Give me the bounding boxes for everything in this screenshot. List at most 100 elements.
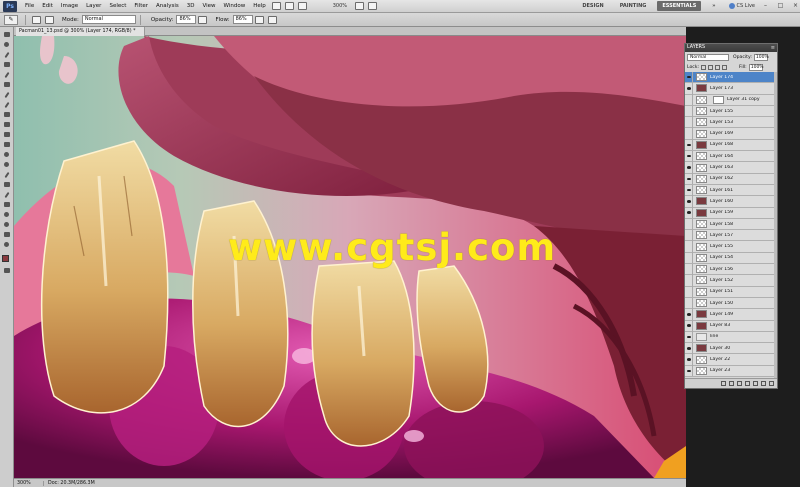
mini-bridge-icon[interactable] [284,2,294,10]
document-tab[interactable]: Pacman01_13.psd @ 300% (Layer 174, RGB/8… [16,27,145,36]
menu-filter[interactable]: Filter [130,0,152,13]
menu-select[interactable]: Select [105,0,130,13]
lock-all-icon[interactable] [722,64,728,70]
workspace-painting[interactable]: PAINTING [615,1,652,11]
visibility-eye-icon[interactable] [685,354,693,366]
visibility-eye-icon[interactable] [685,263,693,275]
visibility-eye-icon[interactable] [685,286,693,298]
layer-row[interactable]: Layer 158 [685,218,777,231]
layer-row[interactable]: Layer 169 [685,128,777,140]
shape-tool-icon[interactable] [2,200,12,209]
menu-help[interactable]: Help [249,0,270,13]
menu-layer[interactable]: Layer [82,0,105,13]
menu-view[interactable]: View [198,0,219,13]
pen-tool-icon[interactable] [2,170,12,179]
close-icon[interactable]: × [791,2,800,10]
layer-row[interactable]: Layer 22 [685,354,777,366]
layer-row[interactable]: Layer 83 [685,320,777,332]
type-tool-icon[interactable] [2,180,12,189]
adjustment-layer-icon[interactable] [745,381,750,386]
menu-edit[interactable]: Edit [38,0,57,13]
history-brush-tool-icon[interactable] [2,120,12,129]
visibility-eye-icon[interactable] [685,252,693,264]
quick-mask-icon[interactable] [2,266,12,275]
layer-row[interactable]: line [685,331,777,344]
quick-select-tool-icon[interactable] [2,60,12,69]
lasso-tool-icon[interactable] [2,50,12,59]
3d-rotate-tool-icon[interactable] [2,210,12,219]
visibility-eye-icon[interactable] [685,128,693,140]
flow-field[interactable]: 86% [232,15,253,24]
pressure-size-icon[interactable] [267,15,277,24]
visibility-eye-icon[interactable] [685,105,693,117]
layer-row[interactable]: Layer 164 [685,150,777,163]
layers-panel-header[interactable]: LAYERS ≡ [685,44,777,52]
brush-panel-toggle-icon[interactable] [45,15,54,24]
visibility-eye-icon[interactable] [685,365,693,377]
brush-size-icon[interactable] [32,15,41,24]
healing-brush-tool-icon[interactable] [2,90,12,99]
menu-analysis[interactable]: Analysis [152,0,183,13]
visibility-eye-icon[interactable] [685,207,693,219]
zoom-tool-icon[interactable] [2,240,12,249]
layer-row[interactable]: Layer 152 [685,275,777,287]
blend-mode-select[interactable]: Normal [687,53,729,61]
add-mask-icon[interactable] [737,381,742,386]
layer-row[interactable]: Layer 31 copy [685,94,777,106]
layer-style-icon[interactable] [729,381,734,386]
launch-bridge-icon[interactable] [271,2,281,10]
link-layers-icon[interactable] [721,381,726,386]
visibility-eye-icon[interactable] [685,184,693,196]
move-tool-icon[interactable] [2,30,12,39]
layer-row[interactable]: Layer 155 [685,241,777,253]
screen-mode-icon[interactable] [368,2,378,10]
marquee-tool-icon[interactable] [2,40,12,49]
workspace-design[interactable]: DESIGN [577,1,608,11]
visibility-eye-icon[interactable] [685,94,693,106]
status-zoom[interactable]: 300% [14,480,44,486]
layer-row[interactable]: Layer 149 [685,308,777,321]
menu-file[interactable]: File [21,0,38,13]
visibility-eye-icon[interactable] [685,72,693,83]
opacity-field[interactable]: 86% [176,15,197,24]
layer-row[interactable]: Layer 150 [685,297,777,310]
panel-menu-icon[interactable]: ≡ [771,44,775,52]
visibility-eye-icon[interactable] [685,241,693,253]
layer-row[interactable]: Layer 168 [685,139,777,152]
gradient-tool-icon[interactable] [2,140,12,149]
visibility-eye-icon[interactable] [685,139,693,151]
layer-row[interactable]: Layer 160 [685,195,777,208]
layer-row[interactable]: Layer 156 [685,263,777,276]
eraser-tool-icon[interactable] [2,130,12,139]
zoom-level[interactable]: 300% [327,3,353,9]
pressure-opacity-icon[interactable] [198,15,208,24]
document-canvas[interactable]: www.cgtsj.com [14,36,686,478]
layer-row[interactable]: Layer 157 [685,229,777,242]
layer-row[interactable]: Layer 159 [685,207,777,219]
layer-mask-thumbnail[interactable] [713,95,724,104]
lock-transparent-icon[interactable] [701,64,707,70]
delete-layer-icon[interactable] [769,381,774,386]
clone-stamp-tool-icon[interactable] [2,110,12,119]
fill-field[interactable]: 100% [748,63,764,71]
crop-tool-icon[interactable] [2,70,12,79]
color-swatches[interactable] [1,254,13,266]
layer-row[interactable]: Layer 153 [685,116,777,129]
dodge-tool-icon[interactable] [2,160,12,169]
new-layer-icon[interactable] [761,381,766,386]
brush-tool-icon[interactable] [2,100,12,109]
visibility-eye-icon[interactable] [685,229,693,241]
layer-row[interactable]: Layer 162 [685,173,777,185]
layer-row[interactable]: Layer 30 [685,342,777,355]
visibility-eye-icon[interactable] [685,331,693,343]
menu-window[interactable]: Window [220,0,250,13]
lock-image-icon[interactable] [708,64,714,70]
path-selection-tool-icon[interactable] [2,190,12,199]
workspace-essentials[interactable]: ESSENTIALS [657,1,702,11]
visibility-eye-icon[interactable] [685,173,693,185]
hand-tool-icon[interactable] [2,230,12,239]
visibility-eye-icon[interactable] [685,82,693,94]
visibility-eye-icon[interactable] [685,116,693,128]
3d-orbit-tool-icon[interactable] [2,220,12,229]
layer-row[interactable]: Layer 173 [685,82,777,95]
